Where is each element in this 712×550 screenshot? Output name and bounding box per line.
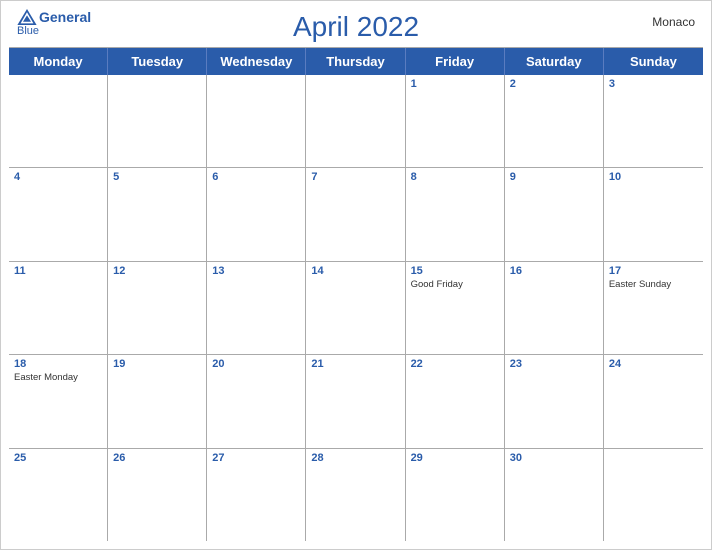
calendar-day: 28	[306, 449, 405, 541]
day-number: 15	[411, 265, 499, 277]
day-header-wednesday: Wednesday	[207, 48, 306, 75]
calendar-day: 15 Good Friday	[406, 262, 505, 354]
calendar-day: 13	[207, 262, 306, 354]
day-number: 28	[311, 452, 399, 464]
day-header-saturday: Saturday	[505, 48, 604, 75]
day-number: 14	[311, 265, 399, 277]
calendar-day: 14	[306, 262, 405, 354]
day-number: 10	[609, 171, 698, 183]
calendar-title: April 2022	[293, 11, 419, 43]
day-header-monday: Monday	[9, 48, 108, 75]
calendar-week-1: 123	[9, 75, 703, 168]
day-number: 3	[609, 78, 698, 90]
day-number: 29	[411, 452, 499, 464]
brand-name-line1: General	[39, 10, 91, 24]
day-number: 9	[510, 171, 598, 183]
day-number: 19	[113, 358, 201, 370]
calendar-day: 11	[9, 262, 108, 354]
calendar-day: 1	[406, 75, 505, 167]
day-number: 25	[14, 452, 102, 464]
day-number: 7	[311, 171, 399, 183]
calendar-day: 22	[406, 355, 505, 447]
day-number: 26	[113, 452, 201, 464]
calendar-day: 3	[604, 75, 703, 167]
day-number: 1	[411, 78, 499, 90]
calendar-day: 17 Easter Sunday	[604, 262, 703, 354]
calendar-week-5: 25 26 27 28 29 30	[9, 449, 703, 541]
calendar-day: 7	[306, 168, 405, 260]
day-event: Easter Sunday	[609, 279, 698, 291]
calendar-day: 2	[505, 75, 604, 167]
day-number: 20	[212, 358, 300, 370]
day-number: 6	[212, 171, 300, 183]
brand-icon	[17, 9, 37, 25]
calendar-day: 23	[505, 355, 604, 447]
calendar-grid: MondayTuesdayWednesdayThursdayFridaySatu…	[9, 47, 703, 541]
day-header-tuesday: Tuesday	[108, 48, 207, 75]
calendar-day: 18 Easter Monday	[9, 355, 108, 447]
day-number: 13	[212, 265, 300, 277]
calendar-container: General Blue April 2022 Monaco MondayTue…	[0, 0, 712, 550]
calendar-day	[604, 449, 703, 541]
calendar-day: 10	[604, 168, 703, 260]
day-number: 18	[14, 358, 102, 370]
calendar-day: 4	[9, 168, 108, 260]
calendar-day: 30	[505, 449, 604, 541]
day-number: 16	[510, 265, 598, 277]
calendar-week-3: 11 12 13 14 15 Good Friday 16 17 Easter Sunday	[9, 262, 703, 355]
day-event: Good Friday	[411, 279, 499, 291]
calendar-day: 24	[604, 355, 703, 447]
day-number: 30	[510, 452, 598, 464]
brand-logo: General Blue	[17, 9, 91, 37]
calendar-day: 29	[406, 449, 505, 541]
day-number: 24	[609, 358, 698, 370]
calendar-day: 26	[108, 449, 207, 541]
calendar-day: 21	[306, 355, 405, 447]
calendar-day	[306, 75, 405, 167]
calendar-day: 19	[108, 355, 207, 447]
brand-name-line2: Blue	[17, 25, 39, 37]
day-number: 11	[14, 265, 102, 277]
calendar-day: 12	[108, 262, 207, 354]
calendar-day: 20	[207, 355, 306, 447]
day-number: 2	[510, 78, 598, 90]
calendar-day: 25	[9, 449, 108, 541]
day-number: 27	[212, 452, 300, 464]
day-number: 12	[113, 265, 201, 277]
calendar-day	[9, 75, 108, 167]
calendar-day: 8	[406, 168, 505, 260]
day-number: 8	[411, 171, 499, 183]
calendar-day	[108, 75, 207, 167]
calendar-week-2: 456789 10	[9, 168, 703, 261]
calendar-weeks: 123456789101112131415Good Friday1617East…	[9, 75, 703, 541]
day-number: 17	[609, 265, 698, 277]
calendar-day: 5	[108, 168, 207, 260]
day-headers-row: MondayTuesdayWednesdayThursdayFridaySatu…	[9, 48, 703, 75]
day-header-sunday: Sunday	[604, 48, 703, 75]
calendar-day: 6	[207, 168, 306, 260]
day-number: 5	[113, 171, 201, 183]
day-event: Easter Monday	[14, 372, 102, 384]
day-number: 22	[411, 358, 499, 370]
day-number: 21	[311, 358, 399, 370]
day-header-thursday: Thursday	[306, 48, 405, 75]
region-label: Monaco	[652, 15, 695, 29]
day-number: 4	[14, 171, 102, 183]
day-number: 23	[510, 358, 598, 370]
day-header-friday: Friday	[406, 48, 505, 75]
calendar-header: General Blue April 2022 Monaco	[1, 1, 711, 47]
calendar-day	[207, 75, 306, 167]
calendar-day: 27	[207, 449, 306, 541]
calendar-day: 16	[505, 262, 604, 354]
calendar-week-4: 18 Easter Monday 19 20 21 22 23 24	[9, 355, 703, 448]
calendar-day: 9	[505, 168, 604, 260]
